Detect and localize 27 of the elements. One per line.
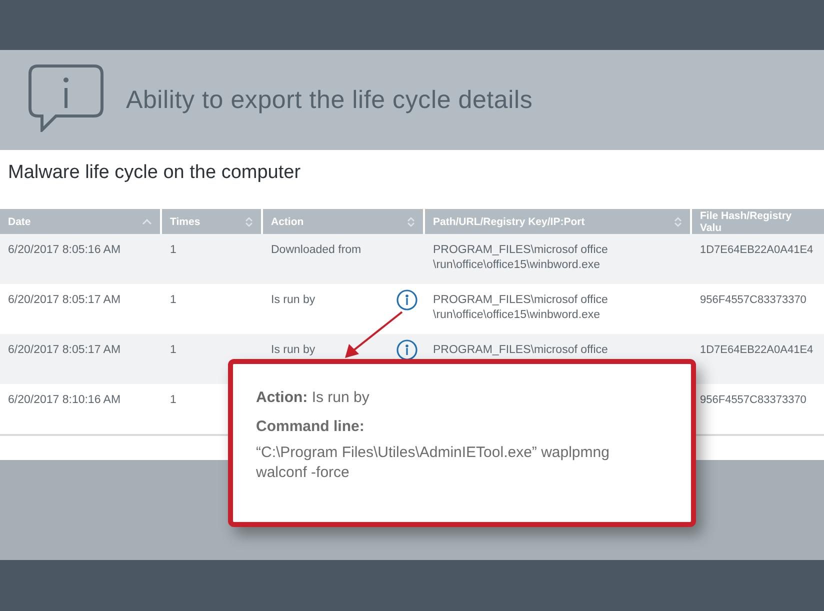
panel-title: Malware life cycle on the computer bbox=[7, 162, 302, 185]
tooltip-label: Command line: bbox=[256, 417, 366, 437]
table-cell: 1 bbox=[170, 243, 176, 258]
table-cell: 956F4557C83373370 bbox=[700, 293, 806, 308]
table-cell: Is run by bbox=[271, 343, 316, 358]
table-cell: Is run by bbox=[271, 293, 316, 308]
table-cell: 1D7E64EB22A0A41E4 bbox=[700, 243, 814, 258]
info-speech-bubble-icon bbox=[28, 64, 104, 132]
tooltip-text: “C:\Program Files\Utiles\AdminIETool.exe” waplpmng walconf -force bbox=[256, 443, 610, 483]
column-header[interactable]: File Hash/Registry Valu bbox=[692, 209, 824, 234]
table-cell: 6/20/2017 8:10:16 AM bbox=[8, 393, 121, 408]
info-icon[interactable] bbox=[396, 339, 418, 361]
table-cell: 1 bbox=[170, 393, 176, 408]
table-cell: PROGRAM_FILES\microsof office \run\office\office15\winbword.exe bbox=[433, 293, 608, 323]
table-cell: Downloaded from bbox=[271, 243, 362, 258]
table-cell: 956F4557C83373370 bbox=[700, 393, 806, 408]
table-cell: 6/20/2017 8:05:16 AM bbox=[8, 243, 121, 258]
table-cell: PROGRAM_FILES\microsof office \run\office\office15\winbword.exe bbox=[433, 243, 608, 273]
banner-title: Ability to export the life cycle details bbox=[126, 86, 533, 114]
table-cell: 6/20/2017 8:05:17 AM bbox=[8, 293, 121, 308]
table-cell: PROGRAM_FILES\microsof office bbox=[433, 343, 608, 358]
table-cell: 6/20/2017 8:05:17 AM bbox=[8, 343, 121, 358]
table-cell: 1 bbox=[170, 293, 176, 308]
info-icon[interactable] bbox=[396, 289, 418, 311]
tooltip-text: Action: Is run by bbox=[256, 388, 370, 408]
table-cell: 1 bbox=[170, 343, 176, 358]
table-cell: 1D7E64EB22A0A41E4 bbox=[700, 343, 814, 358]
